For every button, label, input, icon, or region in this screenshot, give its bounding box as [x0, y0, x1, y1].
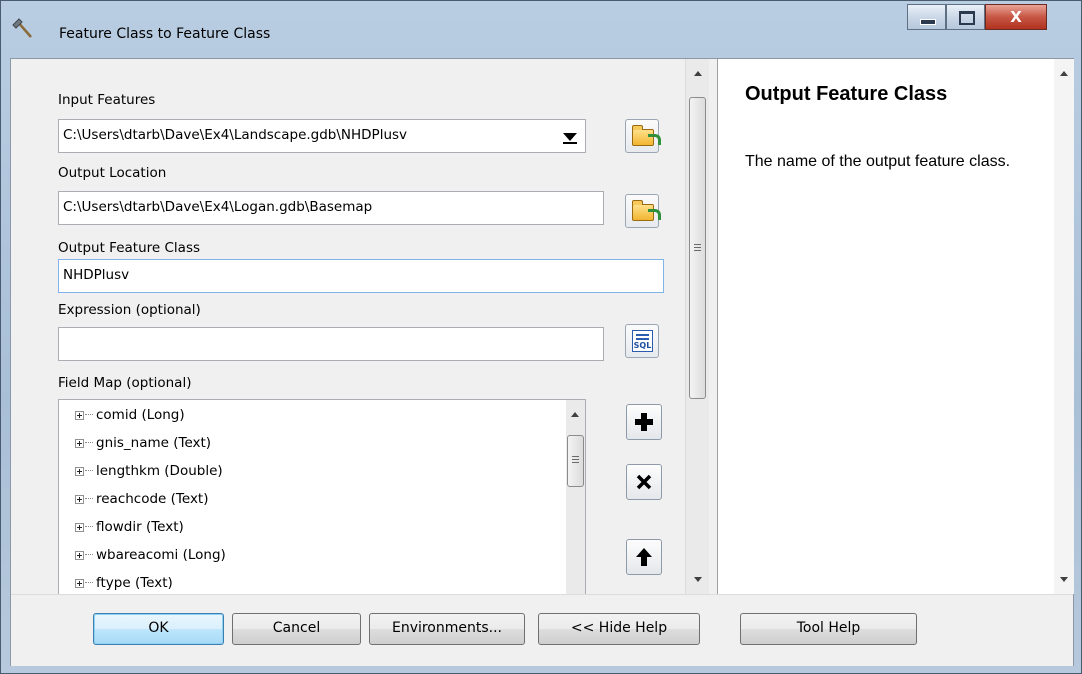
- input-features-combobox[interactable]: C:\Users\dtarb\Dave\Ex4\Landscape.gdb\NH…: [58, 119, 586, 153]
- tree-item-label: gnis_name (Text): [96, 435, 212, 451]
- maximize-button[interactable]: [946, 4, 985, 30]
- browse-output-location-button[interactable]: [625, 194, 661, 228]
- expand-icon[interactable]: [75, 466, 84, 476]
- tree-item-label: comid (Long): [96, 407, 185, 423]
- output-location-field[interactable]: C:\Users\dtarb\Dave\Ex4\Logan.gdb\Basema…: [58, 191, 604, 225]
- output-feature-class-label: Output Feature Class: [58, 240, 201, 256]
- output-feature-class-field[interactable]: NHDPlusv: [58, 259, 664, 293]
- expand-icon[interactable]: [75, 578, 84, 588]
- open-folder-icon: [632, 125, 661, 146]
- expand-icon[interactable]: [75, 438, 84, 448]
- field-map-scrollbar[interactable]: [566, 400, 585, 594]
- scroll-up-icon[interactable]: [694, 71, 702, 76]
- arrow-up-icon: [636, 548, 652, 566]
- expand-icon[interactable]: [75, 494, 84, 504]
- tree-item[interactable]: lengthkm (Double): [75, 459, 223, 483]
- input-features-label: Input Features: [58, 92, 156, 108]
- help-title: Output Feature Class: [745, 83, 948, 105]
- sql-query-builder-button[interactable]: SQL: [625, 324, 659, 358]
- delete-x-icon: [636, 474, 652, 490]
- add-field-button[interactable]: [626, 404, 662, 440]
- scroll-up-icon[interactable]: [571, 412, 579, 417]
- cancel-button[interactable]: Cancel: [232, 613, 361, 645]
- tree-item-label: wbareacomi (Long): [96, 547, 226, 563]
- dropdown-arrow-icon[interactable]: [557, 122, 583, 150]
- help-pane: Output Feature Class The name of the out…: [718, 59, 1074, 594]
- tree-item-label: flowdir (Text): [96, 519, 184, 535]
- help-scrollbar[interactable]: [1054, 59, 1074, 594]
- scroll-down-icon[interactable]: [694, 577, 702, 582]
- help-description: The name of the output feature class.: [745, 153, 1011, 170]
- tree-item-label: reachcode (Text): [96, 491, 209, 507]
- tool-dialog-window: Feature Class to Feature Class X Input F…: [0, 0, 1082, 674]
- close-button[interactable]: X: [985, 4, 1047, 30]
- environments-button[interactable]: Environments...: [369, 613, 525, 645]
- window-controls: X: [907, 4, 1047, 32]
- output-feature-class-value: NHDPlusv: [63, 267, 130, 283]
- scrollbar-thumb[interactable]: [689, 97, 706, 399]
- tree-item[interactable]: wbareacomi (Long): [75, 543, 226, 567]
- ok-button[interactable]: OK: [93, 613, 224, 645]
- hammer-tool-icon: [12, 18, 32, 38]
- parameters-pane: Input Features C:\Users\dtarb\Dave\Ex4\L…: [11, 59, 685, 594]
- open-folder-icon: [632, 200, 661, 221]
- plus-icon: [635, 413, 653, 431]
- button-bar: OK Cancel Environments... << Hide Help T…: [11, 594, 1073, 666]
- minimize-button[interactable]: [907, 4, 946, 30]
- output-location-label: Output Location: [58, 165, 167, 181]
- scrollbar-thumb[interactable]: [567, 435, 584, 487]
- browse-input-button[interactable]: [625, 119, 661, 153]
- title-bar[interactable]: Feature Class to Feature Class X: [1, 1, 1081, 57]
- move-up-button[interactable]: [626, 539, 662, 575]
- tree-item[interactable]: comid (Long): [75, 403, 185, 427]
- tree-item[interactable]: reachcode (Text): [75, 487, 209, 511]
- expression-label: Expression (optional): [58, 302, 201, 318]
- tree-item[interactable]: gnis_name (Text): [75, 431, 211, 455]
- output-location-value: C:\Users\dtarb\Dave\Ex4\Logan.gdb\Basema…: [63, 199, 373, 215]
- window-title: Feature Class to Feature Class: [59, 26, 271, 42]
- dialog-client-area: Input Features C:\Users\dtarb\Dave\Ex4\L…: [10, 58, 1074, 666]
- scroll-down-icon[interactable]: [1060, 577, 1068, 582]
- expand-icon[interactable]: [75, 410, 84, 420]
- pane-splitter[interactable]: [709, 59, 718, 594]
- delete-field-button[interactable]: [626, 464, 662, 500]
- parameters-scrollbar[interactable]: [685, 59, 710, 594]
- hide-help-button[interactable]: << Hide Help: [538, 613, 700, 645]
- field-map-label: Field Map (optional): [58, 375, 192, 391]
- tree-item[interactable]: flowdir (Text): [75, 515, 184, 539]
- expression-field[interactable]: [58, 327, 604, 361]
- expand-icon[interactable]: [75, 550, 84, 560]
- tool-help-button[interactable]: Tool Help: [740, 613, 917, 645]
- sql-icon: SQL: [632, 330, 653, 352]
- field-map-tree[interactable]: comid (Long) gnis_name (Text) lengthkm (…: [58, 399, 586, 594]
- tree-item[interactable]: ftype (Text): [75, 571, 173, 594]
- scroll-up-icon[interactable]: [1060, 71, 1068, 76]
- tree-item-label: lengthkm (Double): [96, 463, 223, 479]
- expand-icon[interactable]: [75, 522, 84, 532]
- input-features-value: C:\Users\dtarb\Dave\Ex4\Landscape.gdb\NH…: [63, 127, 408, 143]
- tree-item-label: ftype (Text): [96, 575, 173, 591]
